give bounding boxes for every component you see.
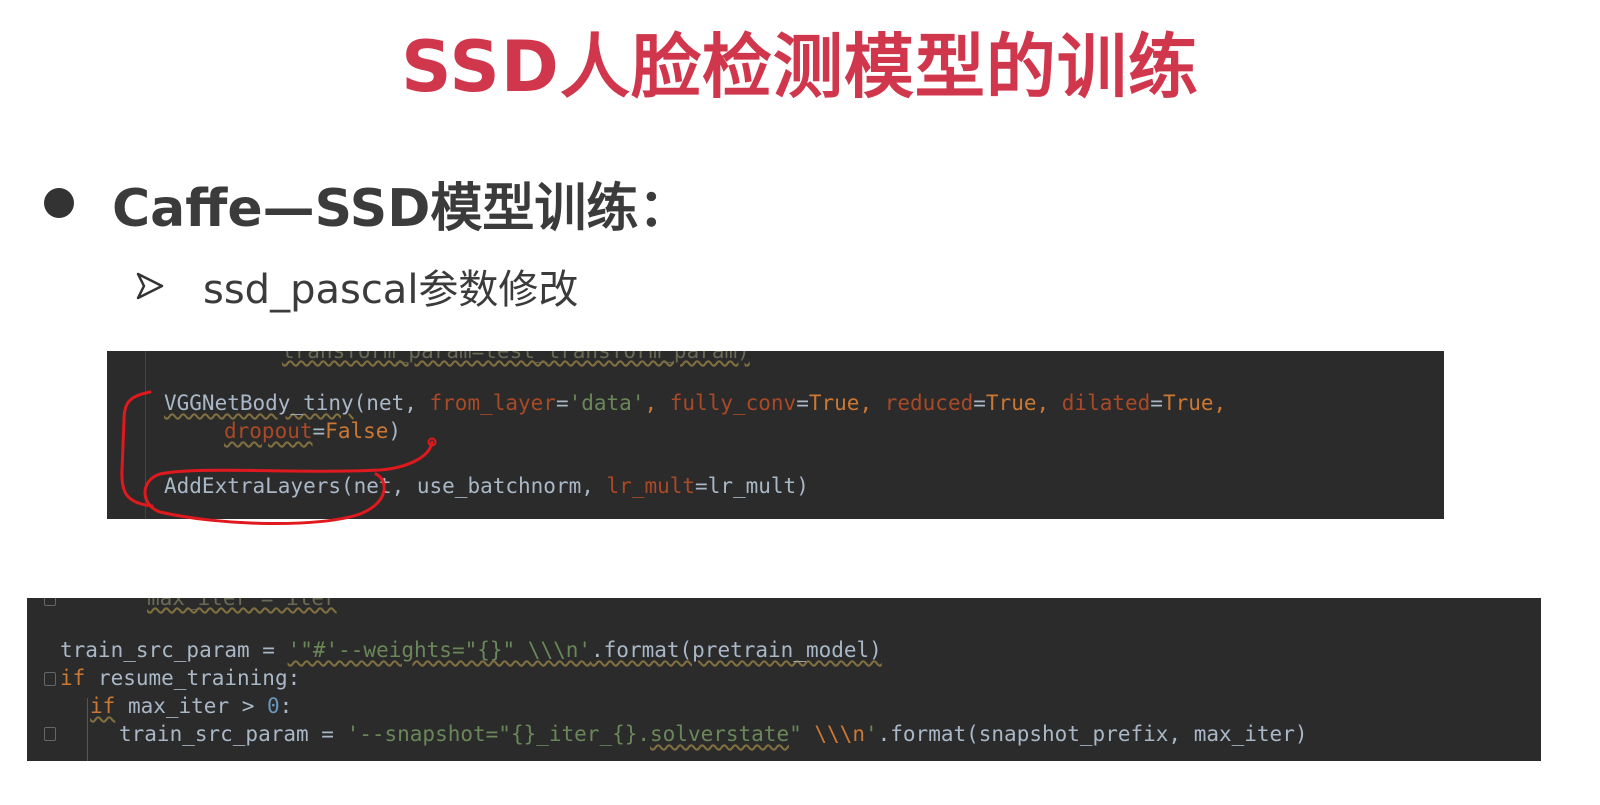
code-token: ,: [1036, 391, 1062, 415]
code-token: VGGNetBody_tiny: [164, 391, 354, 415]
code-token: '"#'--weights="{}" \\\n': [287, 638, 592, 662]
fold-marker-icon: [44, 598, 56, 606]
code-token: :: [279, 694, 293, 718]
code-token: =: [796, 391, 809, 415]
code-line: if resume_training:: [60, 664, 300, 692]
code-token: ): [388, 419, 402, 443]
fold-marker-icon: [44, 727, 56, 741]
code-token: True: [1162, 391, 1214, 415]
code-token: =: [973, 391, 986, 415]
bullet-dot-icon: [44, 188, 74, 218]
code-line: dropout=False): [224, 417, 401, 445]
code-token: lr_mult: [606, 474, 696, 498]
code-partial-line: max_iter = iter: [147, 598, 337, 610]
code-token: ,: [644, 391, 670, 415]
gutter-divider: [145, 351, 146, 519]
code-token: train_src_param =: [119, 722, 347, 746]
code-token: True: [985, 391, 1037, 415]
code-token: (net, use_batchnorm,: [341, 474, 607, 498]
code-token: False: [325, 419, 389, 443]
code-snippet-network-definition: transform_param=test_transform_param) VG…: [107, 351, 1444, 519]
code-token: 'data': [568, 391, 645, 415]
arrowhead-bullet-icon: [136, 272, 164, 300]
sub-bullet-text: ssd_pascal参数修改: [203, 267, 579, 313]
code-snippet-training-params: max_iter = iter train_src_param = '"#'--…: [27, 598, 1541, 761]
code-token: if: [60, 666, 86, 690]
bullet-item: Caffe—SSD模型训练：: [44, 168, 691, 239]
code-token: =: [1150, 391, 1163, 415]
code-line: VGGNetBody_tiny(net, from_layer='data', …: [164, 389, 1226, 417]
code-token: ,: [859, 391, 885, 415]
code-token: resume_training:: [85, 666, 301, 690]
code-token: AddExtraLayers: [164, 474, 342, 498]
code-line: if max_iter > 0:: [90, 692, 292, 720]
code-token: train_src_param =: [60, 638, 288, 662]
code-token: \\\n: [814, 722, 865, 746]
code-token: fully_conv: [669, 391, 797, 415]
slide-title: SSD人脸检测模型的训练: [401, 26, 1199, 108]
code-token: ": [789, 722, 815, 746]
code-token: dropout: [224, 419, 313, 443]
bullet-text: Caffe—SSD模型训练：: [112, 178, 691, 239]
code-token: =: [555, 391, 569, 415]
code-token: .format(snapshot_prefix, max_iter): [877, 722, 1308, 746]
code-token: =: [312, 419, 326, 443]
code-line: train_src_param = '"#'--weights="{}" \\\…: [60, 636, 882, 664]
code-token: solverstate: [650, 722, 790, 746]
indent-guide: [87, 698, 88, 761]
code-token: ': [864, 722, 878, 746]
code-line: train_src_param = '--snapshot="{}_iter_{…: [119, 720, 1308, 748]
code-token: 0: [267, 694, 280, 718]
code-token: =lr_mult): [695, 474, 809, 498]
code-token: '--snapshot="{}_iter_{}.: [346, 722, 651, 746]
code-token: (net,: [353, 391, 430, 415]
code-token: if: [90, 694, 116, 718]
code-partial-line: transform_param=test_transform_param): [282, 351, 750, 363]
code-token: ,: [1213, 391, 1227, 415]
code-line: AddExtraLayers(net, use_batchnorm, lr_mu…: [164, 472, 809, 500]
code-token: dilated: [1061, 391, 1151, 415]
code-token: reduced: [884, 391, 974, 415]
code-token: True: [808, 391, 860, 415]
sub-bullet-item: ssd_pascal参数修改: [135, 258, 578, 314]
code-token: from_layer: [429, 391, 556, 415]
fold-marker-icon: [44, 672, 56, 686]
code-token: max_iter >: [115, 694, 268, 718]
code-token: .format(pretrain_model): [591, 638, 882, 662]
